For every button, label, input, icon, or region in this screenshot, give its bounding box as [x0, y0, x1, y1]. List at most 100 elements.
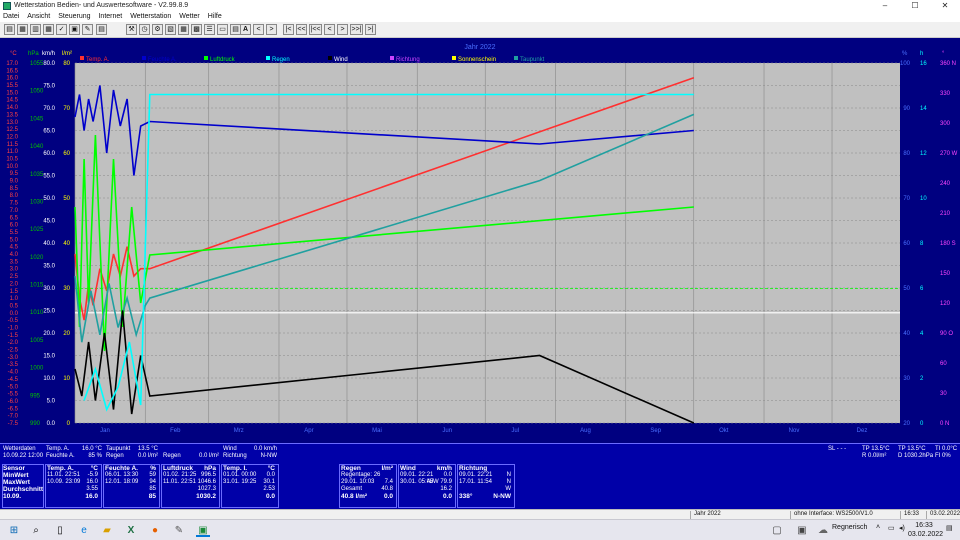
pressure-tick-label: 1000: [30, 366, 44, 372]
step-back-button[interactable]: <: [324, 24, 335, 35]
rain-tick-label: 70: [63, 106, 70, 112]
app-icon: [3, 2, 11, 10]
fast-forward-button[interactable]: >>|: [350, 24, 363, 35]
task-view-icon[interactable]: ▯: [53, 524, 67, 537]
start-icon[interactable]: ⊞: [7, 524, 21, 537]
dir-avg-value: W: [505, 486, 511, 492]
list-icon[interactable]: ☰: [204, 24, 215, 35]
check-icon[interactable]: ✓: [56, 24, 67, 35]
legend-entry: Regen: [272, 57, 290, 63]
menu-wetter[interactable]: Wetter: [176, 12, 203, 22]
stats-sensor: Sensor MinWert MaxWert Durchschnitt 10.0…: [2, 464, 44, 508]
explorer-icon[interactable]: ▰: [100, 524, 114, 537]
step-forward-button[interactable]: >: [337, 24, 348, 35]
temp-tick-label: -5.0: [8, 384, 19, 390]
wind-min-value: 0.0: [443, 472, 452, 478]
wind-stats-unit: km/h: [436, 465, 452, 472]
rewind-button[interactable]: <<: [296, 24, 307, 35]
window-title: Wetterstation Bedien- und Auswertesoftwa…: [14, 2, 189, 9]
temp-tick-label: 15.0: [6, 90, 18, 96]
humidity-tick-label: 50: [903, 286, 910, 292]
last-button[interactable]: >|: [365, 24, 376, 35]
save-icon[interactable]: ▦: [17, 24, 28, 35]
humidity-tick-label: 20: [903, 421, 910, 427]
menu-internet[interactable]: Internet: [95, 12, 125, 22]
pressure-tick-label: 1010: [30, 310, 44, 316]
grid-icon[interactable]: ▩: [191, 24, 202, 35]
menu-hilfe[interactable]: Hilfe: [205, 12, 225, 22]
press-min-time: 01.02. 21:25: [163, 472, 197, 478]
temp-tick-label: 17.0: [6, 61, 18, 67]
temp-tick-label: -1.0: [8, 325, 19, 331]
close-button[interactable]: ✕: [930, 0, 960, 12]
settings-icon[interactable]: ▣: [69, 24, 80, 35]
excel-icon[interactable]: X: [124, 524, 138, 537]
wind-max-value: N/W 79.9: [426, 479, 452, 485]
menu-datei[interactable]: Datei: [0, 12, 22, 22]
edge-icon[interactable]: e: [77, 524, 91, 537]
wind-tick-label: 60.0: [43, 151, 55, 157]
fast-first-button[interactable]: |<<: [309, 24, 322, 35]
current-wind-value: 0.0 km/h: [253, 446, 277, 452]
temp-tick-label: 9.5: [10, 171, 19, 177]
stats-rain: Regen l/m² Regentage: 26 29.01. 10:03 7.4 …: [339, 464, 397, 508]
weather-label: Regnerisch: [832, 524, 868, 531]
sun-tick-label: 6: [920, 286, 924, 292]
firefox-icon[interactable]: ●: [148, 524, 162, 537]
current-rain-value: 0.0 l/m²: [137, 453, 158, 459]
temp-tick-label: 14.0: [6, 105, 18, 111]
prev-button[interactable]: <: [253, 24, 264, 35]
direction-tick-label: 210: [940, 211, 951, 217]
taskbar-app-icon[interactable]: ▢: [770, 524, 784, 537]
edit-icon[interactable]: ✎: [82, 24, 93, 35]
press-max-time: 11.01. 22:51: [163, 479, 196, 485]
wind-avg-value: 16.2: [440, 486, 452, 492]
weather-app-icon[interactable]: ▣: [196, 524, 210, 537]
pressure-tick-label: 1045: [30, 116, 44, 122]
search-icon[interactable]: ⌕: [29, 524, 43, 537]
tool-icon[interactable]: ⚒: [126, 24, 137, 35]
stats-direction: Richtung 09.01. 22:21 N 17.01. 11:54 N W 3…: [457, 464, 515, 508]
volume-icon[interactable]: ◂): [899, 524, 905, 532]
tempi-day-value: 0.0: [265, 493, 275, 500]
tray-app-icon[interactable]: ▣: [795, 524, 809, 537]
window-icon[interactable]: ▭: [217, 24, 228, 35]
table-icon[interactable]: ▦: [43, 24, 54, 35]
minimize-button[interactable]: –: [870, 0, 900, 12]
wind-tick-label: 80.0: [43, 61, 55, 67]
calendar-icon[interactable]: ▦: [178, 24, 189, 35]
menu-wetterstation[interactable]: Wetterstation: [127, 12, 174, 22]
hum-stats-unit: %: [150, 465, 156, 472]
rain-sum: 40.8 l/m²: [341, 493, 368, 500]
open-icon[interactable]: ▤: [4, 24, 15, 35]
clock-date: 03.02.2022: [908, 531, 944, 538]
temp-tick-label: 2.5: [10, 274, 19, 280]
network-icon[interactable]: ▭: [888, 524, 895, 532]
current-temp-value: 16.0 °C: [81, 446, 102, 452]
next-button[interactable]: >: [266, 24, 277, 35]
wind-tick-label: 45.0: [43, 219, 55, 225]
chart-icon[interactable]: ▥: [30, 24, 41, 35]
paint-icon[interactable]: ✎: [172, 524, 186, 537]
gear-icon[interactable]: ⚙: [152, 24, 163, 35]
text-button[interactable]: A: [240, 24, 251, 35]
menu-steuerung[interactable]: Steuerung: [55, 12, 93, 22]
clock-icon[interactable]: ◷: [139, 24, 150, 35]
wind-min-time: 09.01. 22:21: [400, 472, 434, 478]
current-temp-label: Temp. A.: [46, 446, 70, 452]
tempi-max-value: 30.1: [263, 479, 275, 485]
maximize-button[interactable]: ☐: [900, 0, 930, 12]
notification-icon[interactable]: ▤: [946, 524, 953, 532]
wind-day-value: 0.0: [442, 493, 452, 500]
sun-tick-label: 2: [920, 376, 924, 382]
pressure-tick-label: 1015: [30, 283, 44, 289]
legend-swatch: [514, 56, 518, 60]
temp-tick-label: -0.5: [8, 318, 19, 324]
clock[interactable]: 16:33 03.02.2022: [908, 521, 944, 539]
tray-chevron-icon[interactable]: ˄: [876, 524, 880, 531]
first-button[interactable]: |<: [283, 24, 294, 35]
axis-unit-label: l/m²: [62, 51, 72, 57]
export-icon[interactable]: ▧: [165, 24, 176, 35]
print-icon[interactable]: ▤: [96, 24, 107, 35]
menu-ansicht[interactable]: Ansicht: [24, 12, 53, 22]
